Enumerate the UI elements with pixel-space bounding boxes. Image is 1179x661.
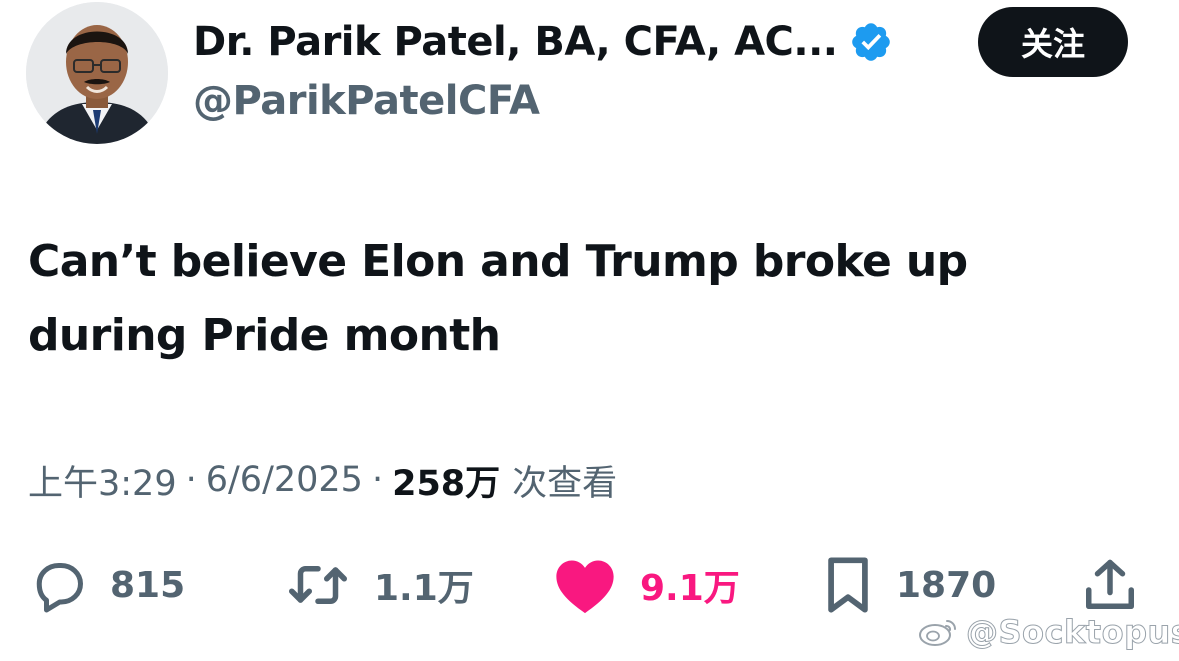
bookmark-icon [828,557,868,613]
tweet-text-line: Can’t believe Elon and Trump broke up [28,236,968,287]
weibo-logo-icon [919,620,956,646]
meta-separator: · [371,460,384,500]
author-name-row: Dr. Parik Patel, BA, CFA, AC... [193,12,893,72]
view-count: 258万 [392,463,501,504]
like-button[interactable]: 9.1万 [552,545,740,625]
like-count: 9.1万 [640,568,740,609]
watermark-text: @Socktopus_ [966,613,1179,652]
tweet-time[interactable]: 上午3:29 [28,455,177,506]
share-icon [1086,559,1134,609]
bookmark-count: 1870 [896,564,997,606]
avatar[interactable] [26,2,168,144]
watermark: @Socktopus_ [918,610,1179,654]
heart-icon [556,560,614,614]
verified-badge-icon [849,20,893,64]
view-count-label: 次查看 [512,463,618,504]
author-handle[interactable]: @ParikPatelCFA [193,78,540,124]
meta-separator: · [185,460,197,500]
tweet-text-line: during Pride month [28,310,501,361]
reply-button[interactable]: 815 [28,545,185,625]
author-display-name[interactable]: Dr. Parik Patel, BA, CFA, AC... [193,19,838,65]
avatar-photo [26,2,168,144]
tweet-date[interactable]: 6/6/2025 [206,460,363,500]
tweet-text: Can’t believe Elon and Trump broke up du… [28,225,1148,373]
reply-count: 815 [110,564,186,606]
repost-button[interactable]: 1.1万 [284,545,474,625]
reply-icon [36,563,83,613]
follow-button[interactable]: 关注 [978,7,1128,77]
repost-icon [289,566,347,604]
tweet-meta: 上午3:29 · 6/6/2025 · 258万 次查看 [28,452,617,508]
repost-count: 1.1万 [374,568,474,609]
